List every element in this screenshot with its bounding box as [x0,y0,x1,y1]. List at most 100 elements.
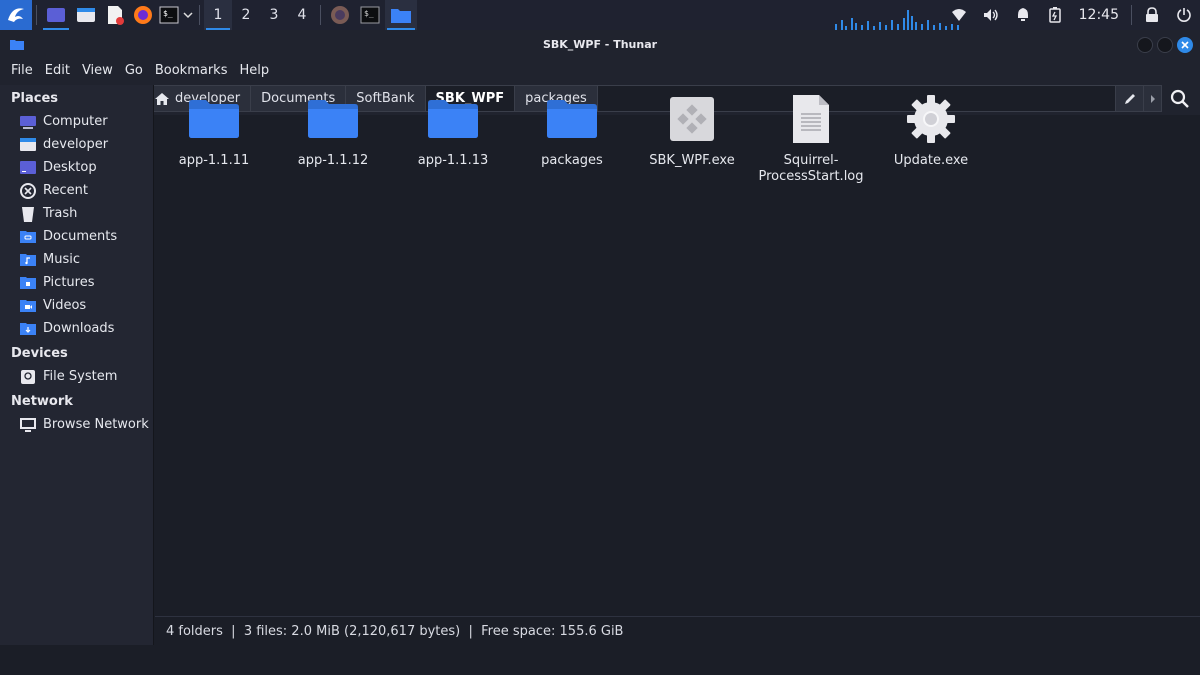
title-bar[interactable]: SBK_WPF - Thunar [0,30,1200,58]
bell-icon [1017,8,1028,21]
volume-button[interactable] [975,0,1007,30]
terminal-dropdown-button[interactable] [181,0,195,30]
menu-go[interactable]: Go [119,63,149,78]
menu-view[interactable]: View [76,63,119,78]
sidebar-item-label: Music [43,252,80,267]
file-item-app-1-1-13[interactable]: app-1.1.13 [394,93,512,169]
volume-icon [983,9,998,21]
computer-icon [19,114,37,130]
panel-separator [199,5,200,25]
file-item-packages[interactable]: packages [513,93,631,169]
wifi-button[interactable] [943,0,975,30]
minimize-button[interactable] [1137,37,1153,53]
desktop-icon [47,8,65,22]
workspace-3[interactable]: 3 [260,0,288,30]
file-label: SBK_WPF.exe [649,153,735,168]
sidebar-item-documents[interactable]: Documents [0,225,153,248]
network-icon [19,417,37,433]
sidebar-item-computer[interactable]: Computer [0,110,153,133]
status-text: 4 folders | 3 files: 2.0 MiB (2,120,617 … [166,623,624,639]
maximize-button[interactable] [1157,37,1173,53]
app-menu-button[interactable] [0,0,32,30]
sidebar-item-desktop[interactable]: Desktop [0,156,153,179]
chevron-down-icon [183,12,193,19]
file-manager-icon [77,8,95,22]
notifications-button[interactable] [1007,0,1039,30]
sidebar-item-label: Desktop [43,160,97,175]
documents-folder-icon [19,229,37,245]
sidebar-item-label: Documents [43,229,118,244]
executable-icon [666,93,718,145]
firefox-icon [331,6,349,24]
downloads-folder-icon [19,321,37,337]
firefox-icon [134,6,152,24]
file-label: app-1.1.13 [417,153,489,168]
wifi-icon [951,9,966,21]
close-button[interactable] [1177,37,1193,53]
lock-icon [1146,7,1158,22]
show-desktop-button[interactable] [41,0,71,30]
firefox-launcher[interactable] [129,0,157,30]
file-item-sbk-wpf-exe[interactable]: SBK_WPF.exe [633,93,751,169]
sidebar-item-videos[interactable]: Videos [0,294,153,317]
file-view[interactable]: app-1.1.11 app-1.1.12 app-1.1.13 package… [155,85,1200,615]
folder-icon [391,9,411,23]
terminal-icon: $_ [159,6,179,24]
sidebar-item-pictures[interactable]: Pictures [0,271,153,294]
sidebar-item-developer[interactable]: developer [0,133,153,156]
music-folder-icon [19,252,37,268]
window-title: SBK_WPF - Thunar [542,38,658,51]
sidebar-item-label: Computer [43,114,108,129]
sidebar-item-recent[interactable]: Recent [0,179,153,202]
sidebar-item-label: Trash [43,206,78,221]
terminal-window-button[interactable]: $_ [355,0,385,30]
panel-separator [36,5,37,25]
sidebar-item-trash[interactable]: Trash [0,202,153,225]
file-item-app-1-1-11[interactable]: app-1.1.11 [155,93,273,169]
text-editor-launcher[interactable] [101,0,129,30]
panel-separator [1131,5,1132,25]
sidebar-item-music[interactable]: Music [0,248,153,271]
terminal-launcher[interactable]: $_ [157,0,181,30]
workspace-4[interactable]: 4 [288,0,316,30]
workspace-1[interactable]: 1 [204,0,232,30]
sidebar-item-browse-network[interactable]: Browse Network [0,413,153,436]
svg-text:$_: $_ [364,9,374,18]
drive-icon [19,369,37,385]
power-button[interactable] [1168,0,1200,30]
gear-icon [905,93,957,145]
clock[interactable]: 12:45 [1071,7,1127,23]
sidebar-item-label: Recent [43,183,88,198]
sidebar-item-label: Pictures [43,275,95,290]
battery-button[interactable] [1039,0,1071,30]
thunar-window-button[interactable] [385,0,417,30]
kali-dragon-icon [8,8,24,22]
file-item-app-1-1-12[interactable]: app-1.1.12 [274,93,392,169]
sidebar-item-label: developer [43,137,109,152]
home-folder-icon [19,137,37,153]
sidebar-header-places: Places [11,91,59,106]
file-item-squirrel-log[interactable]: Squirrel-ProcessStart.log [752,93,870,185]
sidebar-item-label: File System [43,369,118,384]
panel-separator [320,5,321,25]
file-manager-launcher[interactable] [71,0,101,30]
top-panel: $_ 1 2 3 4 $_ 12:45 [0,0,1200,30]
file-item-update-exe[interactable]: Update.exe [872,93,990,169]
workspace-2[interactable]: 2 [232,0,260,30]
menu-edit[interactable]: Edit [39,63,76,78]
menu-help[interactable]: Help [233,63,275,78]
file-label: app-1.1.11 [178,153,250,168]
sidebar: Places Computer developer Desktop Recent… [0,85,154,645]
sidebar-item-label: Browse Network [43,417,149,432]
videos-folder-icon [19,298,37,314]
lock-screen-button[interactable] [1136,0,1168,30]
sidebar-item-label: Downloads [43,321,115,336]
firefox-window-button[interactable] [325,0,355,30]
sidebar-item-file-system[interactable]: File System [0,365,153,388]
sidebar-item-downloads[interactable]: Downloads [0,317,153,340]
menu-bookmarks[interactable]: Bookmarks [149,63,234,78]
desktop-icon [19,160,37,176]
svg-text:$_: $_ [163,9,173,18]
menu-file[interactable]: File [5,63,39,78]
system-tray: 12:45 [943,0,1200,30]
